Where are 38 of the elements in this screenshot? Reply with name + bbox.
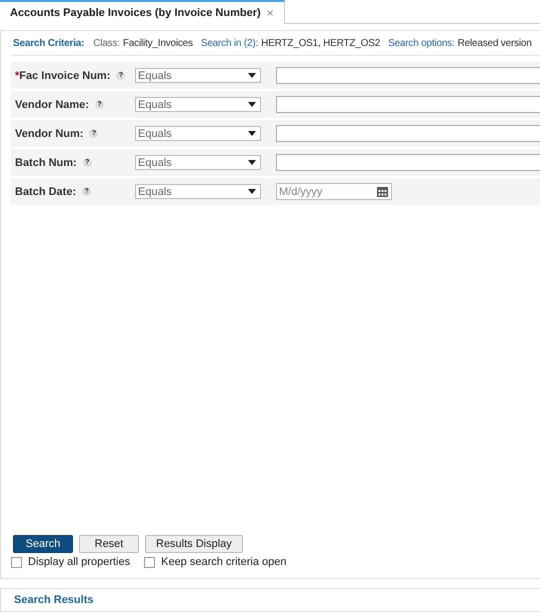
results-title: Search Results <box>14 594 94 606</box>
option-label: Keep search criteria open <box>161 556 286 568</box>
field-label: *Fac Invoice Num: <box>15 70 110 82</box>
caret-icon <box>248 189 256 194</box>
field-label: Batch Date: <box>15 186 76 198</box>
calendar-icon[interactable] <box>377 187 388 197</box>
caret-icon <box>248 73 256 78</box>
search-options-link[interactable]: Search options: <box>388 38 455 48</box>
value-field[interactable] <box>276 96 540 113</box>
field-label: Batch Num: <box>15 156 77 168</box>
class-value: Facility_Invoices <box>122 38 193 48</box>
search-options-value: Released version <box>458 38 532 48</box>
value-field[interactable] <box>276 154 540 171</box>
caret-icon <box>248 160 256 165</box>
search-in-value: HERTZ_OS1, HERTZ_OS2 <box>261 38 380 48</box>
class-label: Class: <box>93 38 120 48</box>
close-icon[interactable]: × <box>266 6 274 20</box>
operator-dropdown[interactable]: Equals <box>135 97 261 112</box>
field-label: Vendor Num: <box>15 128 84 140</box>
field-label: Vendor Name: <box>15 98 89 110</box>
operator-dropdown[interactable]: Equals <box>135 68 261 83</box>
action-button[interactable]: Reset <box>79 535 139 553</box>
operator-dropdown[interactable]: Equals <box>135 126 261 141</box>
value-field[interactable] <box>276 67 540 84</box>
tab[interactable]: Accounts Payable Invoices (by Invoice Number) × <box>0 0 285 24</box>
operator-dropdown[interactable]: Equals <box>135 155 261 170</box>
search-in-link[interactable]: Search in (2): <box>200 38 258 48</box>
date-field[interactable]: M/d/yyyy <box>276 183 392 200</box>
checkbox[interactable] <box>144 556 156 568</box>
search-button[interactable]: Search <box>13 535 73 553</box>
caret-icon <box>248 102 256 107</box>
caret-icon <box>248 131 256 136</box>
action-button[interactable]: Results Display <box>145 535 243 553</box>
checkbox[interactable] <box>11 556 22 568</box>
option-label: Display all properties <box>28 556 130 568</box>
criteria-title: Search Criteria: <box>13 38 84 48</box>
operator-dropdown[interactable]: Equals <box>135 184 261 199</box>
value-field[interactable] <box>276 125 540 142</box>
